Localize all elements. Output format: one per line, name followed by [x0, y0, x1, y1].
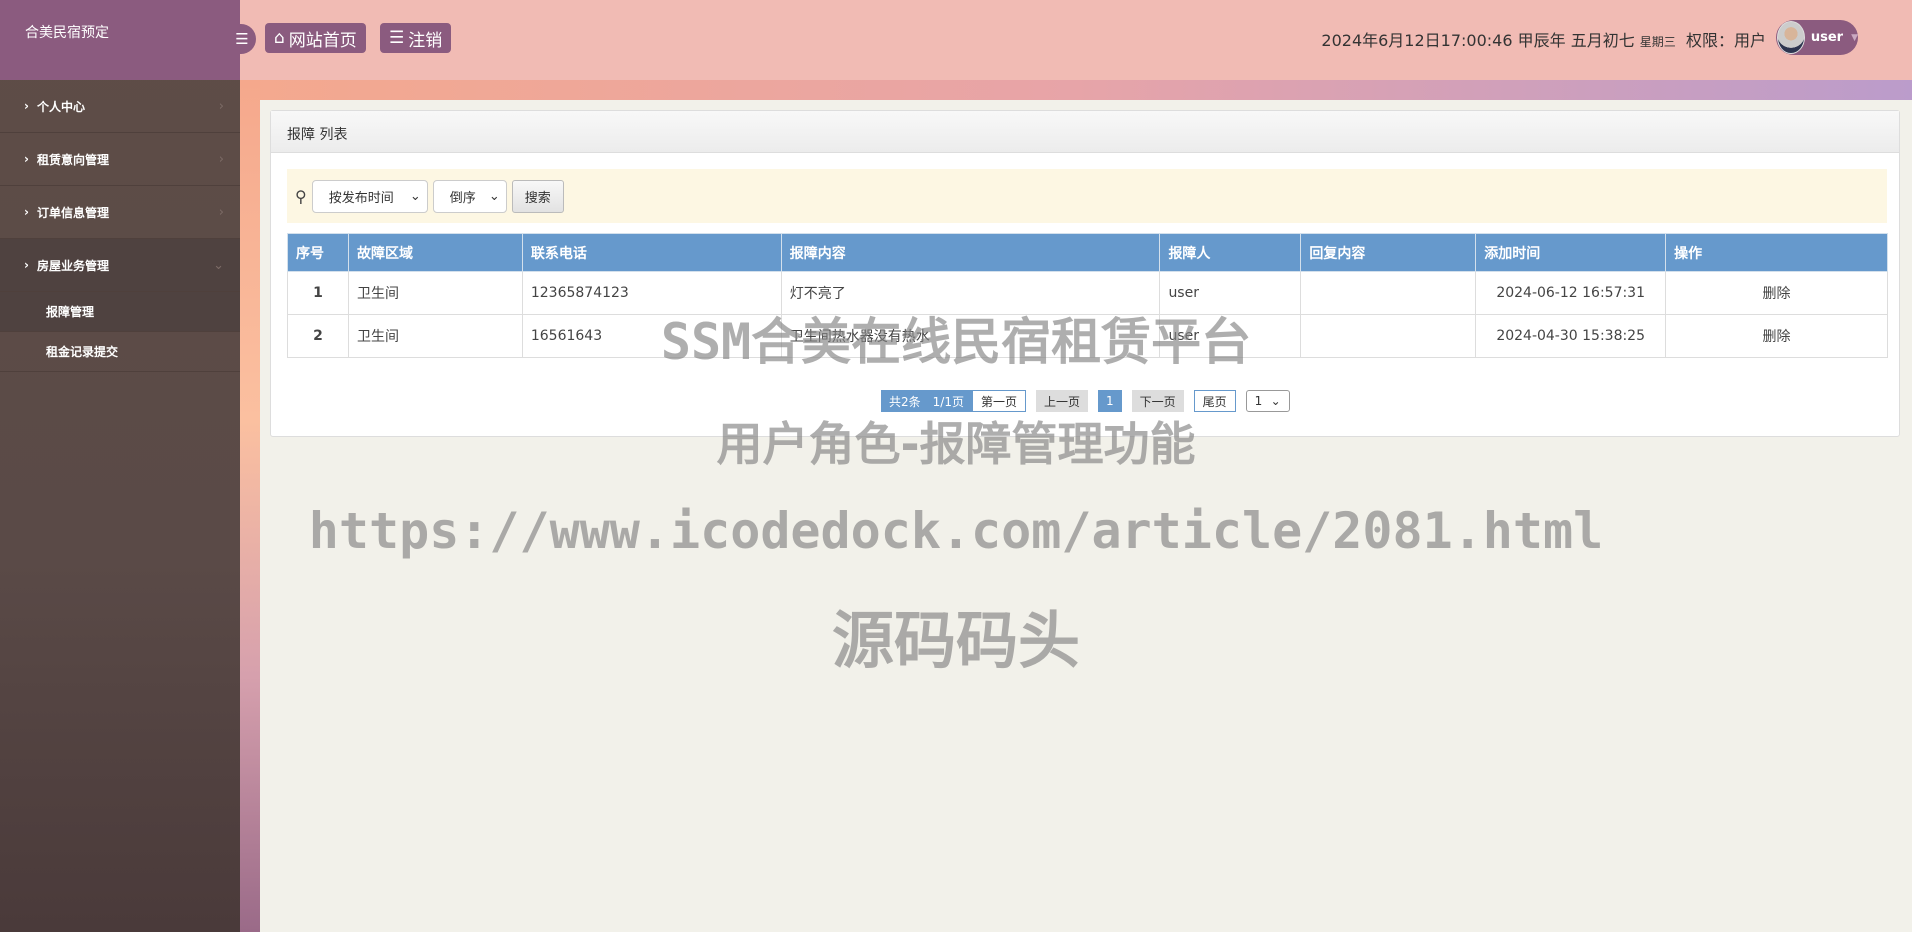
- search-icon: ⚲: [295, 186, 307, 206]
- sort-order-select[interactable]: 倒序 ⌄: [432, 179, 507, 213]
- table-row: 2 卫生间 16561643 卫生间热水器没有热水 user 2024-04-3…: [287, 314, 1888, 358]
- sidebar-subitem-repair[interactable]: 报障管理: [0, 292, 240, 332]
- page-select[interactable]: 1 ⌄: [1245, 390, 1290, 412]
- chevron-right-icon: ›: [218, 204, 224, 220]
- content-left-band: [240, 80, 260, 932]
- cell-time: 2024-06-12 16:57:31: [1475, 271, 1667, 315]
- current-page[interactable]: 1: [1097, 390, 1122, 412]
- chevron-down-icon: ⌄: [213, 257, 224, 273]
- pagination-summary: 共2条 1/1页: [881, 390, 972, 412]
- logout-label: 注销: [408, 30, 443, 51]
- cell-time: 2024-04-30 15:38:25: [1475, 314, 1667, 358]
- role: 权限：用户: [1685, 31, 1766, 50]
- sidebar: 合美民宿预定 › 个人中心 › › 租赁意向管理 › › 订单信息管理 › › 房屋业务管理 ⌄…: [0, 0, 240, 932]
- header-info: 2024年6月12日17:00:46 甲辰年 五月初七 星期三 权限：用户: [1321, 27, 1766, 51]
- watermark-line: 源码码头: [831, 604, 1080, 677]
- sort-field-value: 按发布时间: [328, 190, 394, 206]
- first-page-button[interactable]: 第一页: [971, 390, 1026, 412]
- logout-button[interactable]: ☰ 注销: [380, 23, 452, 53]
- brand-title: 合美民宿预定: [0, 0, 240, 80]
- search-button[interactable]: 搜索: [511, 179, 564, 213]
- sidebar-item-rental-intent[interactable]: › 租赁意向管理 ›: [0, 133, 240, 186]
- cell-no: 2: [287, 314, 349, 358]
- username: user: [1810, 30, 1844, 45]
- last-page-button[interactable]: 尾页: [1193, 390, 1236, 412]
- home-icon: ⌂: [274, 28, 285, 48]
- cell-phone: 12365874123: [521, 271, 782, 315]
- cell-content: 灯不亮了: [780, 271, 1161, 315]
- home-label: 网站首页: [288, 30, 357, 51]
- weekday: 星期三: [1639, 35, 1676, 49]
- cell-content: 卫生间热水器没有热水: [780, 314, 1161, 358]
- sort-field-select[interactable]: 按发布时间 ⌄: [311, 179, 428, 213]
- sidebar-item-label: 租赁意向管理: [36, 152, 109, 167]
- page-select-value: 1: [1254, 394, 1263, 408]
- sidebar-item-label: 订单信息管理: [36, 205, 109, 220]
- repair-list-panel: 报障 列表 ⚲ 按发布时间 ⌄ 倒序 ⌄ 搜索 序号 故障区域 联系电话 报障内容 …: [270, 110, 1900, 437]
- sidebar-item-orders[interactable]: › 订单信息管理 ›: [0, 186, 240, 239]
- next-page-button[interactable]: 下一页: [1131, 390, 1184, 412]
- chevron-down-icon: ⌄: [1270, 394, 1281, 408]
- avatar: [1777, 21, 1805, 54]
- cell-no: 1: [287, 271, 349, 315]
- cell-area: 卫生间: [347, 314, 523, 358]
- datetime: 2024年6月12日17:00:46 甲辰年 五月初七: [1321, 31, 1635, 50]
- search-bar: ⚲ 按发布时间 ⌄ 倒序 ⌄ 搜索: [287, 169, 1887, 223]
- cell-reply: [1300, 271, 1477, 315]
- prev-page-button[interactable]: 上一页: [1035, 390, 1088, 412]
- chevron-right-icon: ›: [24, 205, 29, 219]
- chevron-right-icon: ›: [24, 152, 29, 166]
- cell-reporter: user: [1159, 271, 1302, 315]
- col-header: 序号: [287, 233, 349, 272]
- col-header: 报障人: [1159, 233, 1302, 272]
- col-header: 故障区域: [347, 233, 523, 272]
- sidebar-item-label: 房屋业务管理: [36, 258, 109, 273]
- table-row: 1 卫生间 12365874123 灯不亮了 user 2024-06-12 1…: [287, 271, 1888, 315]
- cell-phone: 16561643: [521, 314, 782, 358]
- col-header: 回复内容: [1300, 233, 1477, 272]
- chevron-right-icon: ›: [218, 151, 224, 167]
- sidebar-item-label: 个人中心: [36, 99, 85, 114]
- chevron-right-icon: ›: [24, 258, 29, 272]
- watermark-line: https://www.icodedock.com/article/2081.h…: [308, 502, 1604, 560]
- delete-link[interactable]: 删除: [1763, 329, 1791, 345]
- sort-order-value: 倒序: [449, 190, 476, 206]
- delete-link[interactable]: 删除: [1763, 286, 1791, 302]
- caret-down-icon: ▼: [1851, 32, 1858, 43]
- cell-reply: [1300, 314, 1477, 358]
- menu-icon: ☰: [389, 28, 405, 48]
- sidebar-item-house-business[interactable]: › 房屋业务管理 ⌄: [0, 239, 240, 292]
- col-header: 报障内容: [780, 233, 1161, 272]
- chevron-down-icon: ⌄: [409, 188, 421, 204]
- col-header: 联系电话: [521, 233, 782, 272]
- chevron-down-icon: ⌄: [488, 188, 500, 204]
- col-header: 操作: [1665, 233, 1888, 272]
- header-strip: [240, 80, 1912, 100]
- chevron-right-icon: ›: [218, 98, 224, 114]
- repair-table: 序号 故障区域 联系电话 报障内容 报障人 回复内容 添加时间 操作 1 卫生间…: [287, 233, 1888, 358]
- user-menu[interactable]: user ▼: [1776, 20, 1858, 55]
- home-button[interactable]: ⌂ 网站首页: [265, 23, 366, 53]
- chevron-right-icon: ›: [24, 99, 29, 113]
- sidebar-subitem-rent-record[interactable]: 租金记录提交: [0, 332, 240, 372]
- pagination: 共2条 1/1页 第一页 上一页 1 下一页 尾页 1 ⌄: [881, 390, 1290, 412]
- sidebar-item-personal-center[interactable]: › 个人中心 ›: [0, 80, 240, 133]
- cell-reporter: user: [1159, 314, 1302, 358]
- col-header: 添加时间: [1475, 233, 1667, 272]
- panel-title: 报障 列表: [271, 111, 1899, 153]
- cell-area: 卫生间: [347, 271, 523, 315]
